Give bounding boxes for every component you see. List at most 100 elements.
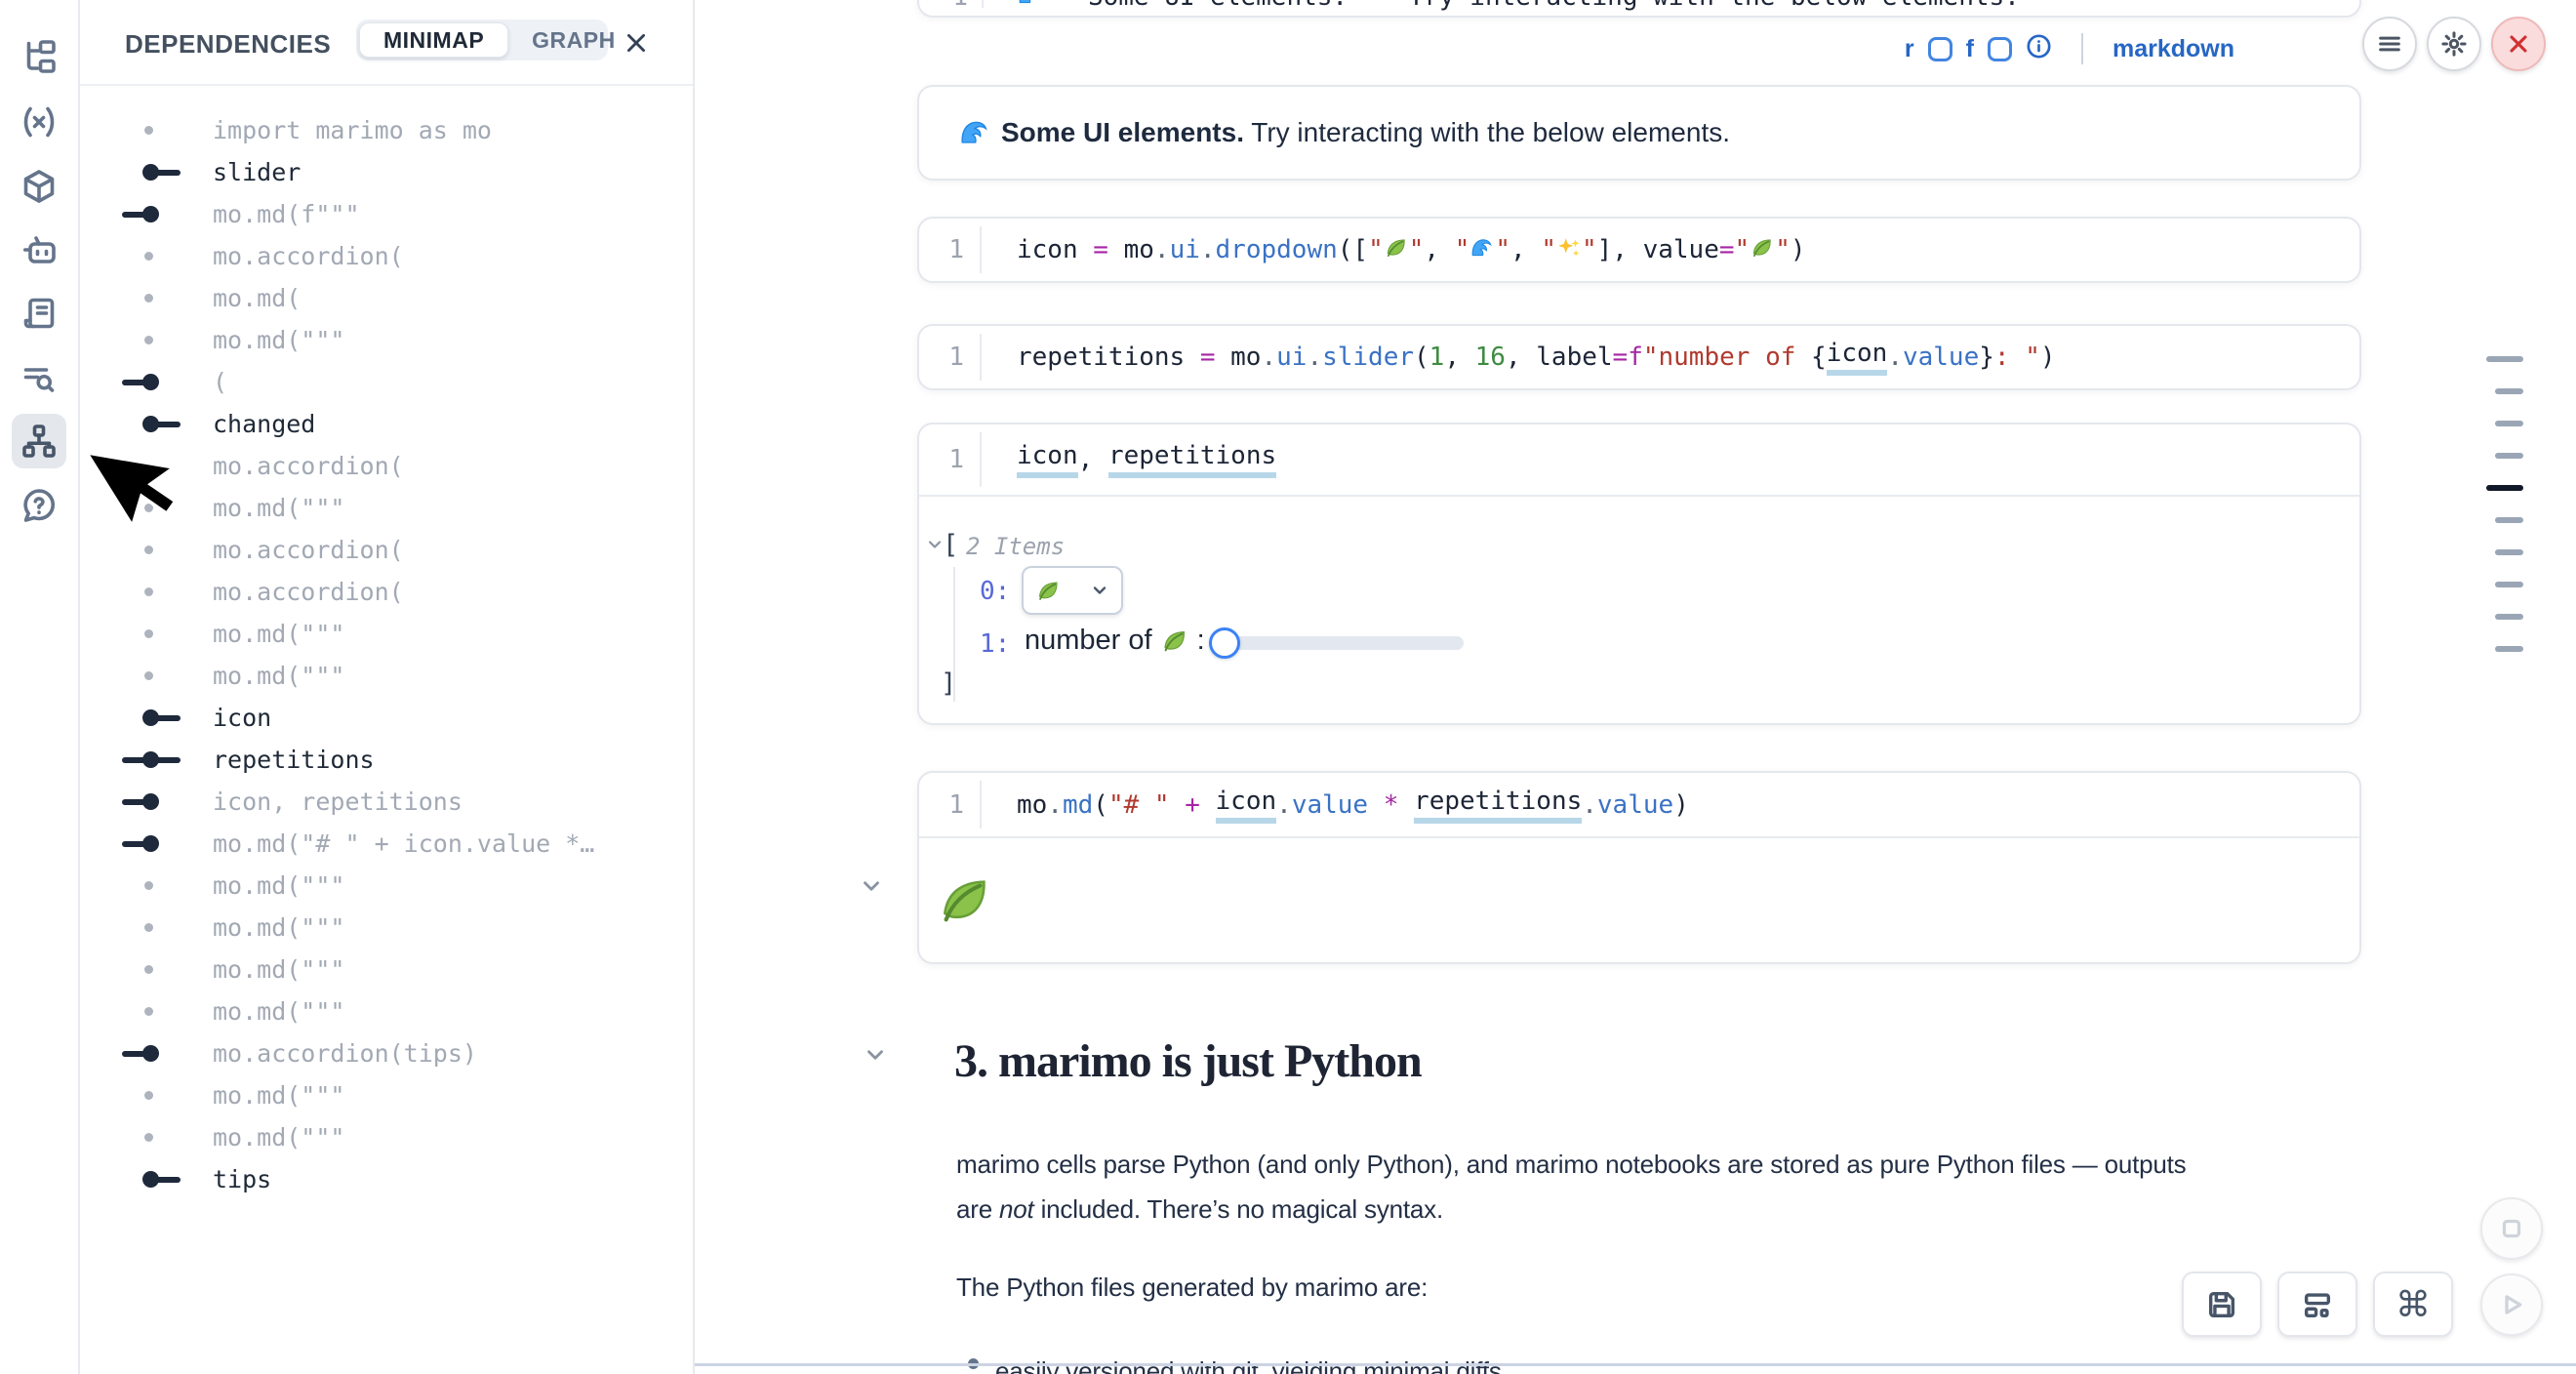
variables-icon[interactable]: [12, 95, 66, 149]
reactive-checkbox[interactable]: [1928, 37, 1952, 61]
snippets-icon[interactable]: [12, 286, 66, 341]
menu-button[interactable]: [2362, 17, 2417, 71]
layout-icon: [2301, 1288, 2334, 1321]
outline-marker[interactable]: [2495, 453, 2523, 459]
slider-track[interactable]: [1212, 636, 1464, 650]
icon-rail: [0, 0, 80, 1374]
outline-marker[interactable]: [2495, 582, 2523, 587]
minimap-item[interactable]: mo.accordion(tips): [80, 1032, 691, 1074]
stop-button[interactable]: [2480, 1197, 2543, 1260]
minimap-item[interactable]: tips: [80, 1158, 691, 1200]
file-explorer-icon[interactable]: [12, 29, 66, 84]
cell-clipped[interactable]: 1 **Some UI elements.** Try interacting …: [917, 0, 2361, 18]
minimap-item[interactable]: icon: [80, 697, 691, 739]
minimap-item[interactable]: slider: [80, 151, 691, 193]
minimap-item-label: repetitions: [213, 746, 375, 774]
minimap-item[interactable]: mo.md(""": [80, 949, 691, 990]
leaf-icon: [935, 870, 995, 936]
minimap-item[interactable]: mo.md(f""": [80, 193, 691, 235]
code-line[interactable]: icon = mo.ui.dropdown(["", "", ""], valu…: [1017, 219, 1806, 281]
outline-marker[interactable]: [2486, 356, 2523, 362]
run-button[interactable]: [2480, 1273, 2543, 1336]
outline-marker[interactable]: [2495, 517, 2523, 523]
outline-marker[interactable]: [2495, 549, 2523, 555]
line-number: 1: [919, 781, 982, 828]
minimap-item[interactable]: (: [80, 361, 691, 403]
cell-wave-output[interactable]: Some UI elements. Try interacting with t…: [917, 85, 2361, 181]
minimap-item[interactable]: changed: [80, 403, 691, 445]
layout-button[interactable]: [2277, 1272, 2357, 1337]
outline-marker[interactable]: [2495, 421, 2523, 426]
minimap-item-label: import marimo as mo: [213, 116, 492, 144]
minimap-item[interactable]: icon, repetitions: [80, 781, 691, 823]
cell-slider-code[interactable]: 1 repetitions = mo.ui.slider(1, 16, labe…: [917, 324, 2361, 390]
minimap-item-label: mo.md(""": [213, 662, 344, 690]
gutter-border: [982, 0, 984, 8]
wave-output-text: Some UI elements. Try interacting with t…: [958, 87, 1730, 179]
format-checkbox[interactable]: [1988, 37, 2012, 61]
markdown-badge[interactable]: markdown: [2113, 35, 2234, 63]
icon-dropdown-select[interactable]: [1022, 566, 1123, 615]
minimap-item-label: mo.md(f""": [213, 200, 360, 228]
line-number: 1: [919, 0, 968, 12]
code-line[interactable]: mo.md("# " + icon.value * repetitions.va…: [1017, 773, 1689, 836]
save-button[interactable]: [2182, 1272, 2262, 1337]
tab-minimap[interactable]: MINIMAP: [359, 22, 508, 58]
tree-open-bracket: [: [943, 530, 958, 560]
cell-edge-icon: [119, 403, 187, 445]
outline-scrubber: [2486, 356, 2523, 652]
chevron-down-icon[interactable]: [925, 535, 945, 559]
cell-dot-icon: [119, 571, 187, 613]
shutdown-button[interactable]: [2491, 17, 2546, 71]
chevron-down-icon[interactable]: [863, 1042, 888, 1072]
minimap-item[interactable]: mo.md(""": [80, 990, 691, 1032]
cell-dot-icon: [119, 109, 187, 151]
ai-assistant-icon[interactable]: [12, 222, 66, 277]
close-panel-button[interactable]: [615, 21, 658, 64]
minimap-item-label: tips: [213, 1165, 271, 1193]
slider-knob[interactable]: [1209, 627, 1240, 659]
minimap-item[interactable]: mo.md(""": [80, 865, 691, 907]
info-icon[interactable]: [2026, 33, 2052, 64]
minimap-item-label: mo.accordion(: [213, 242, 404, 270]
minimap-item[interactable]: mo.md(""": [80, 1116, 691, 1158]
minimap-item[interactable]: mo.accordion(: [80, 235, 691, 277]
minimap-item[interactable]: mo.md(: [80, 277, 691, 319]
toolbar-divider: [2081, 33, 2083, 64]
minimap-item[interactable]: mo.accordion(: [80, 571, 691, 613]
outline-marker[interactable]: [2486, 485, 2523, 491]
minimap-item-label: mo.md(""": [213, 326, 344, 354]
packages-icon[interactable]: [12, 159, 66, 214]
dependencies-icon[interactable]: [12, 414, 66, 468]
cell-expr-tree[interactable]: 1 icon, repetitions [ 2 Items 0: 1: numb…: [917, 423, 2361, 725]
code-line[interactable]: repetitions = mo.ui.slider(1, 16, label=…: [1017, 326, 2056, 388]
help-icon[interactable]: [12, 478, 66, 533]
shortcuts-button[interactable]: ⌘: [2373, 1272, 2453, 1337]
cell-dot-icon: [119, 1074, 187, 1116]
tree-close-bracket: ]: [941, 668, 956, 699]
minimap-item[interactable]: mo.md(""": [80, 655, 691, 697]
code-line[interactable]: icon, repetitions: [1017, 424, 1276, 495]
cell-edge-icon: [119, 823, 187, 865]
chevron-down-icon[interactable]: [859, 873, 884, 904]
minimap-item-label: icon, repetitions: [213, 788, 463, 816]
minimap-item[interactable]: repetitions: [80, 739, 691, 781]
cell-dropdown-code[interactable]: 1 icon = mo.ui.dropdown(["", "", ""], va…: [917, 217, 2361, 283]
top-right-controls: [2362, 17, 2546, 71]
outline-marker[interactable]: [2495, 614, 2523, 620]
minimap-item[interactable]: mo.md("# " + icon.value *…: [80, 823, 691, 865]
outline-marker[interactable]: [2495, 646, 2523, 652]
paragraph-2: The Python files generated by marimo are…: [956, 1265, 1428, 1310]
clipped-code: **Some UI elements.** Try interacting wi…: [1017, 0, 2020, 12]
minimap-item-label: mo.md(""": [213, 913, 344, 942]
settings-button[interactable]: [2427, 17, 2481, 71]
minimap-item[interactable]: mo.md(""": [80, 319, 691, 361]
minimap-item[interactable]: import marimo as mo: [80, 109, 691, 151]
minimap-item[interactable]: mo.md(""": [80, 613, 691, 655]
cell-md-concat[interactable]: 1 mo.md("# " + icon.value * repetitions.…: [917, 771, 2361, 964]
outline-marker[interactable]: [2495, 388, 2523, 394]
logs-icon[interactable]: [12, 351, 66, 406]
cell-toolbar: r f markdown: [1905, 29, 2234, 68]
minimap-item[interactable]: mo.md(""": [80, 907, 691, 949]
minimap-item[interactable]: mo.md(""": [80, 1074, 691, 1116]
